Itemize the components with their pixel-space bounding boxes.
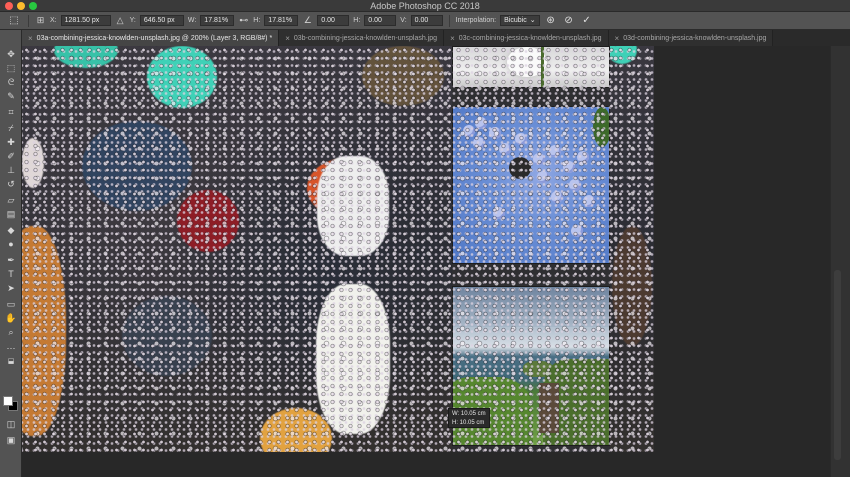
foreground-color-swatch[interactable]	[3, 396, 13, 406]
options-bar: ⬚ ⊞ X: 1281.50 px △ Y: 646.50 px W: 17.8…	[0, 12, 850, 30]
zoom-icon[interactable]: ⌕	[4, 326, 18, 338]
blur-icon[interactable]: ◆	[4, 224, 18, 236]
pasteboard	[654, 46, 830, 477]
healing-icon[interactable]: ✚	[4, 136, 18, 148]
tab-03a[interactable]: × 03a-combining-jessica-knowlden-unsplas…	[22, 30, 280, 46]
y-position-field[interactable]: 646.50 px	[139, 15, 184, 26]
x-label: X:	[50, 17, 57, 24]
rain-drops-layer	[22, 46, 654, 452]
reference-point-icon[interactable]: ⊞	[35, 15, 46, 26]
link-icon[interactable]: ⊷	[238, 15, 249, 26]
close-icon[interactable]: ×	[615, 34, 620, 43]
tooltip-height: H: 10.05 cm	[452, 420, 485, 426]
close-icon[interactable]: ×	[28, 34, 33, 43]
divider	[28, 14, 29, 27]
tab-label: 03c-combining-jessica-knowlden-unsplash.…	[458, 34, 602, 42]
skew-v-label: V:	[400, 17, 407, 24]
triangle-delta-icon[interactable]: △	[115, 15, 126, 26]
tab-03d[interactable]: × 03d-combining-jessica-knowlden-unsplas…	[608, 30, 774, 46]
lasso-icon[interactable]: ᘓ	[4, 76, 18, 88]
app-title: Adobe Photoshop CC 2018	[370, 1, 480, 11]
pen-icon[interactable]: ✒	[4, 254, 18, 266]
x-position-field[interactable]: 1281.50 px	[60, 15, 111, 26]
history-brush-icon[interactable]: ↺	[4, 178, 18, 190]
warp-mode-icon[interactable]: ⊛	[544, 15, 558, 26]
transform-tool-icon[interactable]: ⬚	[6, 14, 22, 28]
brush-icon[interactable]: ✐	[4, 150, 18, 162]
document-tab-bar: × 03a-combining-jessica-knowlden-unsplas…	[22, 30, 850, 46]
tab-label: 03b-combining-jessica-knowlden-unsplash.…	[293, 34, 438, 42]
move-icon[interactable]: ✥	[4, 48, 18, 60]
skew-horizontal-field[interactable]: 0.00	[364, 15, 397, 26]
quick-mask-icon[interactable]: ◫	[4, 418, 18, 430]
dodge-icon[interactable]: ●	[4, 238, 18, 250]
h-label: H:	[253, 17, 261, 24]
interpolation-select[interactable]: Bicubic ⌄	[500, 15, 540, 26]
close-icon[interactable]: ×	[285, 34, 290, 43]
marquee-icon[interactable]: ⬚	[4, 62, 18, 74]
commit-transform-icon[interactable]: ✓	[580, 15, 594, 26]
width-field[interactable]: 17.81%	[200, 15, 235, 26]
tab-03c[interactable]: × 03c-combining-jessica-knowlden-unsplas…	[444, 30, 609, 46]
type-icon[interactable]: T	[4, 268, 18, 280]
path-select-icon[interactable]: ➤	[4, 282, 18, 294]
canvas-workspace[interactable]	[22, 46, 830, 477]
rotation-field[interactable]: 0.00	[317, 15, 350, 26]
divider	[448, 14, 450, 27]
interpolation-label: Interpolation:	[455, 17, 497, 24]
eraser-icon[interactable]: ▱	[4, 194, 18, 206]
skew-h-label: H:	[353, 17, 361, 24]
document-canvas[interactable]	[22, 46, 654, 452]
interpolation-value: Bicubic	[504, 17, 527, 24]
tools-panel: ✥ ⬚ ᘓ ✎ ⌗ ⌿ ✚ ✐ ⊥ ↺ ▱ ▤ ◆ ● ✒ T ➤ ▭ ✋ ⌕ …	[0, 30, 22, 477]
screen-mode-icon[interactable]: ▣	[4, 434, 18, 446]
stamp-icon[interactable]: ⊥	[4, 164, 18, 176]
eyedropper-icon[interactable]: ⌿	[4, 122, 18, 134]
close-icon[interactable]: ×	[450, 34, 455, 43]
height-field[interactable]: 17.81%	[264, 15, 299, 26]
quick-select-icon[interactable]: ✎	[4, 90, 18, 102]
tab-label: 03a-combining-jessica-knowlden-unsplash.…	[36, 34, 273, 42]
rectangle-icon[interactable]: ▭	[4, 298, 18, 310]
w-label: W:	[187, 17, 197, 24]
hand-icon[interactable]: ✋	[4, 312, 18, 324]
y-label: Y:	[129, 17, 136, 24]
scrollbar-thumb[interactable]	[834, 270, 841, 460]
tab-03b[interactable]: × 03b-combining-jessica-knowlden-unsplas…	[279, 30, 445, 46]
default-colors-icon[interactable]: ⬓	[4, 356, 18, 368]
transform-dimensions-tooltip: W: 10.05 cm H: 10.05 cm	[448, 408, 490, 428]
angle-icon: ∠	[303, 15, 312, 25]
title-bar: Adobe Photoshop CC 2018	[0, 0, 850, 12]
tab-label: 03d-combining-jessica-knowlden-unsplash.…	[623, 34, 767, 42]
skew-vertical-field[interactable]: 0.00	[410, 15, 443, 26]
crop-icon[interactable]: ⌗	[4, 106, 18, 118]
cancel-transform-icon[interactable]: ⊘	[562, 15, 576, 26]
gradient-icon[interactable]: ▤	[4, 208, 18, 220]
chevron-down-icon: ⌄	[529, 17, 536, 24]
more-tools-icon[interactable]: ⋯	[4, 342, 18, 354]
tooltip-width: W: 10.05 cm	[452, 411, 486, 417]
